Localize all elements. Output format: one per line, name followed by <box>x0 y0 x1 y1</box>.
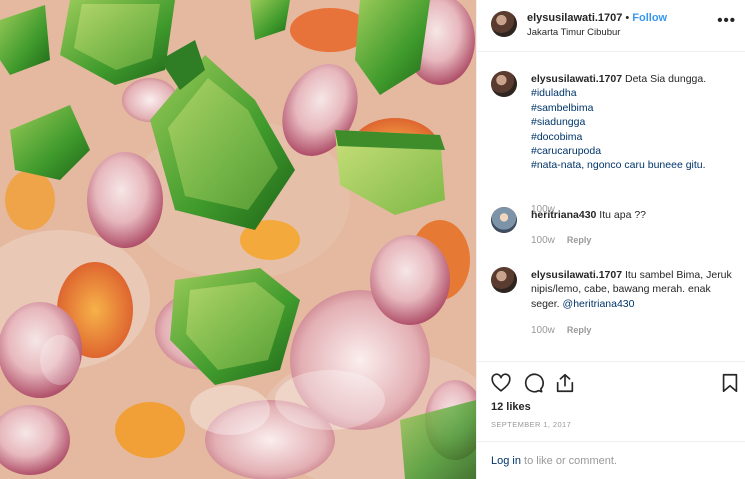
owner-username[interactable]: elysusilawati.1707 <box>527 12 622 24</box>
login-rest: to like or comment. <box>524 455 617 467</box>
separator-dot: • <box>625 12 630 24</box>
comment-time[interactable]: 100w <box>531 325 555 336</box>
commenter-avatar[interactable] <box>491 267 517 293</box>
commenter-avatar[interactable] <box>491 207 517 233</box>
comment-meta: 100w Reply <box>531 235 591 246</box>
login-text: Log in to like or comment. <box>491 455 617 467</box>
post-photo[interactable] <box>0 0 476 479</box>
mention-link[interactable]: @heritriana430 <box>563 298 635 310</box>
hashtag-link[interactable]: #docobima <box>531 130 736 144</box>
caption-last-line[interactable]: #nata-nata, ngonco caru buneee gitu. <box>531 158 736 172</box>
comment-username[interactable]: heritriana430 <box>531 209 596 221</box>
owner-line: elysusilawati.1707 • Follow <box>527 12 667 24</box>
post-side-panel: elysusilawati.1707 • Follow Jakarta Timur … <box>476 0 745 479</box>
comment-body: elysusilawati.1707 Itu sambel Bima, Jeru… <box>531 268 736 311</box>
caption-body: elysusilawati.1707 Deta Sia dungga. #idu… <box>531 72 736 173</box>
sambal-food-image <box>0 0 476 479</box>
owner-avatar[interactable] <box>491 11 517 37</box>
caption-username[interactable]: elysusilawati.1707 <box>531 73 622 85</box>
hashtag-link[interactable]: #sambelbima <box>531 101 736 115</box>
reply-button[interactable]: Reply <box>567 325 592 335</box>
bookmark-icon[interactable] <box>719 372 741 394</box>
comments-list[interactable]: elysusilawati.1707 Deta Sia dungga. #idu… <box>477 53 745 360</box>
follow-button[interactable]: Follow <box>632 12 667 24</box>
heart-icon[interactable] <box>490 372 512 394</box>
login-prompt: Log in to like or comment. <box>477 441 745 479</box>
login-link[interactable]: Log in <box>491 455 521 467</box>
reply-button[interactable]: Reply <box>567 235 592 245</box>
location-link[interactable]: Jakarta Timur Cibubur <box>527 27 620 38</box>
more-horizontal-icon[interactable]: ••• <box>717 12 736 29</box>
share-icon[interactable] <box>554 372 576 394</box>
likes-count[interactable]: 12 likes <box>491 401 531 413</box>
comment-body: heritriana430 Itu apa ?? <box>531 208 736 222</box>
comment-time[interactable]: 100w <box>531 235 555 246</box>
comment-text: Itu apa ?? <box>599 209 647 221</box>
hashtag-link[interactable]: #iduladha <box>531 86 736 100</box>
caption-avatar[interactable] <box>491 71 517 97</box>
caption-text: Deta Sia dungga. <box>624 73 707 85</box>
hashtag-link[interactable]: #siadungga <box>531 115 736 129</box>
actions-bar: 12 likes SEPTEMBER 1, 2017 Log in to lik… <box>477 361 745 479</box>
comment-icon[interactable] <box>522 372 544 394</box>
post-date[interactable]: SEPTEMBER 1, 2017 <box>491 420 571 429</box>
comment-username[interactable]: elysusilawati.1707 <box>531 269 622 281</box>
comment-meta: 100w Reply <box>531 325 591 336</box>
hashtag-link[interactable]: #carucarupoda <box>531 144 736 158</box>
post-header: elysusilawati.1707 • Follow Jakarta Timur … <box>477 0 745 52</box>
